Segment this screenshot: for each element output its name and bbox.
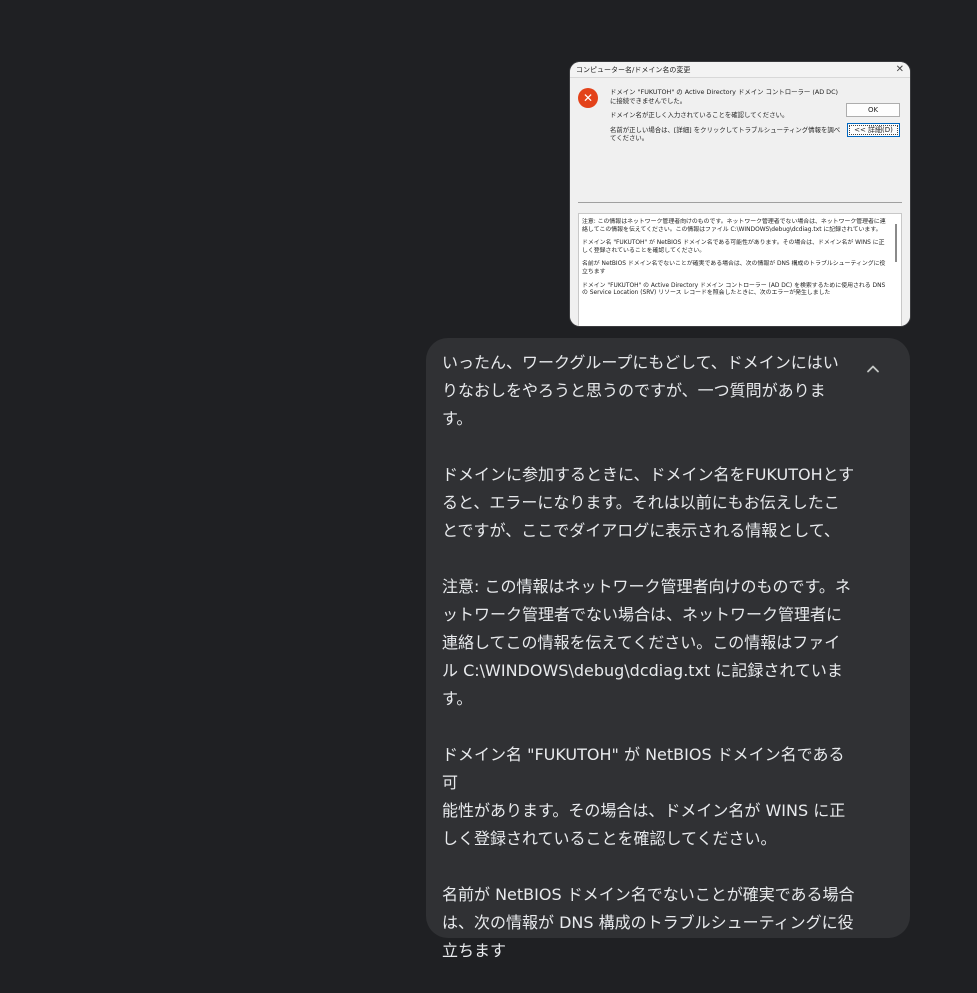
message-text: いったん、ワークグループにもどして、ドメインにはい りなおしをやろうと思うのです… — [442, 349, 856, 993]
details-text-box: 注意: この情報はネットワーク管理者向けのものです。ネットワーク管理者でない場合… — [578, 213, 902, 326]
details-button: << 詳細(D) — [847, 123, 900, 137]
dialog-message-line: ドメイン名が正しく入力されていることを確認してください。 — [610, 111, 789, 119]
collapse-button[interactable] — [861, 357, 885, 381]
user-message-bubble: いったん、ワークグループにもどして、ドメインにはい りなおしをやろうと思うのです… — [426, 338, 910, 960]
chevron-up-icon — [867, 365, 879, 373]
message-paragraph: 注意: この情報はネットワーク管理者向けのものです。ネ ットワーク管理者でない場… — [442, 577, 851, 708]
details-paragraph: 注意: この情報はネットワーク管理者向けのものです。ネットワーク管理者でない場合… — [582, 219, 886, 233]
divider — [578, 202, 902, 203]
dialog-message-line: 名前が正しい場合は、[詳細] をクリックしてトラブルシューティング情報を調べてく… — [610, 125, 841, 143]
error-icon: ✕ — [578, 88, 598, 108]
details-paragraph: ドメイン名 "FUKUTOH" が NetBIOS ドメイン名である可能性があり… — [582, 240, 885, 254]
dialog-title: コンピューター名/ドメイン名の変更 — [576, 65, 691, 74]
message-paragraph: ドメインに参加するときに、ドメイン名をFUKUTOHとす ると、エラーになります… — [442, 465, 855, 540]
message-paragraph: いったん、ワークグループにもどして、ドメインにはい りなおしをやろうと思うのです… — [442, 353, 839, 428]
dialog-title-bar: コンピューター名/ドメイン名の変更 ✕ — [570, 62, 910, 78]
ok-button: OK — [846, 103, 900, 117]
close-icon: ✕ — [895, 63, 904, 75]
details-paragraph: ドメイン "FUKUTOH" の Active Directory ドメイン コ… — [582, 282, 886, 297]
details-paragraph: 名前が NetBIOS ドメイン名でないことが確実である場合は、次の情報が DN… — [582, 261, 886, 275]
attached-screenshot[interactable]: コンピューター名/ドメイン名の変更 ✕ ✕ ドメイン "FUKUTOH" の A… — [570, 62, 910, 326]
message-paragraph: ドメイン名 "FUKUTOH" が NetBIOS ドメイン名である可 能性があ… — [442, 745, 846, 848]
dialog-message-line: ドメイン "FUKUTOH" の Active Directory ドメイン コ… — [610, 88, 839, 105]
details-scrollbar — [895, 224, 897, 262]
dialog-body: ✕ ドメイン "FUKUTOH" の Active Directory ドメイン… — [570, 78, 910, 326]
dialog-message: ドメイン "FUKUTOH" の Active Directory ドメイン コ… — [610, 88, 842, 149]
message-paragraph: 名前が NetBIOS ドメイン名でないことが確実である場合 は、次の情報が D… — [442, 885, 855, 960]
